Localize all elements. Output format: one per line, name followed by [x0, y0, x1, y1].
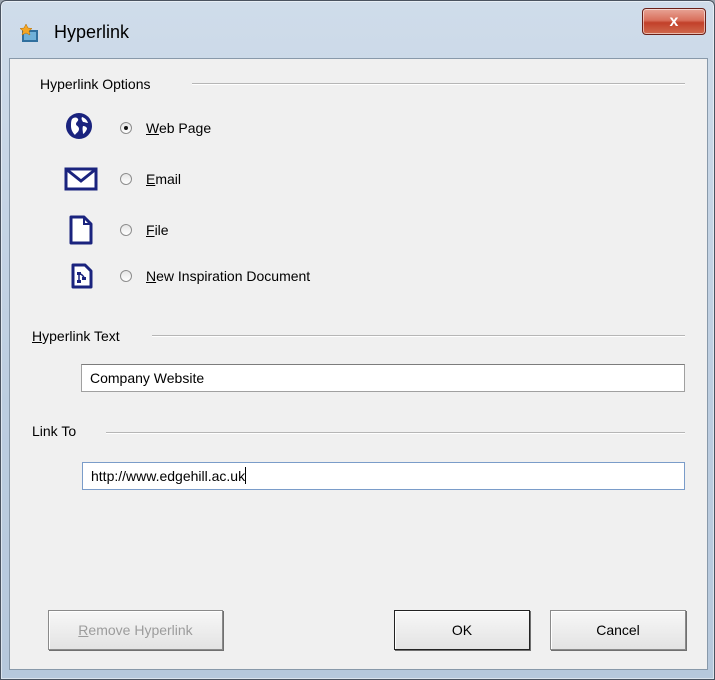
app-icon	[20, 23, 38, 42]
hyperlink-options-title: Hyperlink Options	[40, 76, 151, 92]
globe-icon	[66, 113, 92, 139]
link-to-label: Link To	[32, 423, 77, 439]
ok-button[interactable]: OK	[394, 610, 530, 650]
group-divider	[106, 432, 685, 434]
close-icon: x	[669, 12, 679, 30]
remove-hyperlink-button[interactable]: Remove Hyperlink	[48, 610, 223, 650]
email-radio[interactable]	[120, 173, 132, 185]
window-title: Hyperlink	[54, 22, 130, 42]
inspiration-document-icon	[71, 263, 93, 289]
web-page-radio[interactable]	[120, 122, 132, 134]
email-label[interactable]: Email	[146, 171, 181, 187]
close-button[interactable]: x	[642, 8, 706, 35]
hyperlink-dialog: Hyperlink x Hyperlink Options Web Page E…	[0, 0, 715, 680]
document-icon	[69, 215, 93, 245]
new-inspiration-document-radio[interactable]	[120, 270, 132, 282]
group-divider	[192, 83, 685, 85]
dialog-body: Hyperlink Options Web Page Email File Ne…	[9, 58, 708, 670]
new-inspiration-document-label[interactable]: New Inspiration Document	[146, 268, 310, 284]
text-caret	[245, 467, 247, 484]
hyperlink-text-label: Hyperlink Text	[32, 328, 120, 344]
group-divider	[152, 335, 685, 337]
file-label[interactable]: File	[146, 222, 169, 238]
cancel-button[interactable]: Cancel	[550, 610, 686, 650]
web-page-label[interactable]: Web Page	[146, 120, 211, 136]
title-bar[interactable]: Hyperlink x	[1, 1, 714, 61]
hyperlink-text-input[interactable]: Company Website	[81, 364, 685, 392]
envelope-icon	[64, 167, 98, 191]
file-radio[interactable]	[120, 224, 132, 236]
link-to-input[interactable]: http://www.edgehill.ac.uk	[82, 462, 685, 490]
